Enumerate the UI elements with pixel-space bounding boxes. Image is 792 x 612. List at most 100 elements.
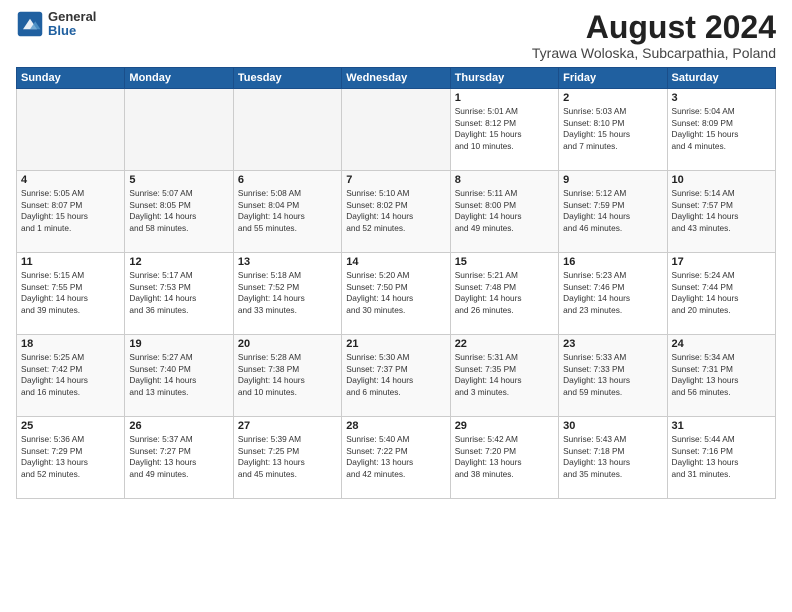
calendar-week-5: 25 Sunrise: 5:36 AM Sunset: 7:29 PM Dayli… [17,417,776,499]
day-info: Sunrise: 5:10 AM Sunset: 8:02 PM Dayligh… [346,188,445,234]
day-info: Sunrise: 5:24 AM Sunset: 7:44 PM Dayligh… [672,270,771,316]
logo-icon [16,10,44,38]
day-info: Sunrise: 5:36 AM Sunset: 7:29 PM Dayligh… [21,434,120,480]
day-number: 21 [346,338,445,350]
day-number: 15 [455,256,554,268]
logo: General Blue [16,10,96,39]
calendar-cell: 31 Sunrise: 5:44 AM Sunset: 7:16 PM Dayli… [667,417,775,499]
day-info: Sunrise: 5:42 AM Sunset: 7:20 PM Dayligh… [455,434,554,480]
calendar-cell: 25 Sunrise: 5:36 AM Sunset: 7:29 PM Dayli… [17,417,125,499]
calendar-cell [125,89,233,171]
day-info: Sunrise: 5:04 AM Sunset: 8:09 PM Dayligh… [672,106,771,152]
calendar-cell: 13Sunrise: 5:18 AM Sunset: 7:52 PM Dayli… [233,253,341,335]
day-info: Sunrise: 5:31 AM Sunset: 7:35 PM Dayligh… [455,352,554,398]
day-info: Sunrise: 5:08 AM Sunset: 8:04 PM Dayligh… [238,188,337,234]
day-info: Sunrise: 5:20 AM Sunset: 7:50 PM Dayligh… [346,270,445,316]
day-number: 28 [346,420,445,432]
day-number: 2 [563,92,662,104]
calendar-table: Sunday Monday Tuesday Wednesday Thursday… [16,67,776,499]
day-info: Sunrise: 5:39 AM Sunset: 7:25 PM Dayligh… [238,434,337,480]
page: General Blue August 2024 Tyrawa Woloska,… [0,0,792,612]
calendar-cell: 26 Sunrise: 5:37 AM Sunset: 7:27 PM Dayli… [125,417,233,499]
day-number: 4 [21,174,120,186]
calendar-cell [233,89,341,171]
calendar-cell: 22Sunrise: 5:31 AM Sunset: 7:35 PM Dayli… [450,335,558,417]
calendar-cell: 18 Sunrise: 5:25 AM Sunset: 7:42 PM Dayli… [17,335,125,417]
day-number: 20 [238,338,337,350]
calendar-cell: 4 Sunrise: 5:05 AM Sunset: 8:07 PM Daylig… [17,171,125,253]
day-info: Sunrise: 5:34 AM Sunset: 7:31 PM Dayligh… [672,352,771,398]
calendar-cell: 9 Sunrise: 5:12 AM Sunset: 7:59 PM Daylig… [559,171,667,253]
calendar-cell: 12 Sunrise: 5:17 AM Sunset: 7:53 PM Dayli… [125,253,233,335]
calendar-cell [17,89,125,171]
logo-text: General Blue [48,10,96,39]
calendar-cell: 17 Sunrise: 5:24 AM Sunset: 7:44 PM Dayli… [667,253,775,335]
calendar-cell: 2Sunrise: 5:03 AM Sunset: 8:10 PM Daylig… [559,89,667,171]
calendar-cell: 29 Sunrise: 5:42 AM Sunset: 7:20 PM Dayli… [450,417,558,499]
day-info: Sunrise: 5:43 AM Sunset: 7:18 PM Dayligh… [563,434,662,480]
day-info: Sunrise: 5:27 AM Sunset: 7:40 PM Dayligh… [129,352,228,398]
day-info: Sunrise: 5:30 AM Sunset: 7:37 PM Dayligh… [346,352,445,398]
col-wednesday: Wednesday [342,68,450,89]
day-info: Sunrise: 5:14 AM Sunset: 7:57 PM Dayligh… [672,188,771,234]
day-number: 29 [455,420,554,432]
calendar-week-3: 11 Sunrise: 5:15 AM Sunset: 7:55 PM Dayli… [17,253,776,335]
calendar-cell: 19 Sunrise: 5:27 AM Sunset: 7:40 PM Dayli… [125,335,233,417]
day-number: 27 [238,420,337,432]
calendar-cell: 1Sunrise: 5:01 AM Sunset: 8:12 PM Daylig… [450,89,558,171]
day-number: 19 [129,338,228,350]
day-number: 17 [672,256,771,268]
calendar-week-1: 1Sunrise: 5:01 AM Sunset: 8:12 PM Daylig… [17,89,776,171]
calendar-cell [342,89,450,171]
day-info: Sunrise: 5:12 AM Sunset: 7:59 PM Dayligh… [563,188,662,234]
calendar-cell: 27 Sunrise: 5:39 AM Sunset: 7:25 PM Dayli… [233,417,341,499]
calendar-cell: 7Sunrise: 5:10 AM Sunset: 8:02 PM Daylig… [342,171,450,253]
col-sunday: Sunday [17,68,125,89]
calendar-cell: 16Sunrise: 5:23 AM Sunset: 7:46 PM Dayli… [559,253,667,335]
logo-blue-label: Blue [48,24,96,38]
title-section: August 2024 Tyrawa Woloska, Subcarpathia… [532,10,776,61]
calendar-cell: 21 Sunrise: 5:30 AM Sunset: 7:37 PM Dayli… [342,335,450,417]
day-number: 6 [238,174,337,186]
day-info: Sunrise: 5:15 AM Sunset: 7:55 PM Dayligh… [21,270,120,316]
col-saturday: Saturday [667,68,775,89]
calendar-cell: 5Sunrise: 5:07 AM Sunset: 8:05 PM Daylig… [125,171,233,253]
day-number: 26 [129,420,228,432]
day-info: Sunrise: 5:17 AM Sunset: 7:53 PM Dayligh… [129,270,228,316]
day-number: 13 [238,256,337,268]
day-number: 12 [129,256,228,268]
col-friday: Friday [559,68,667,89]
calendar-week-4: 18 Sunrise: 5:25 AM Sunset: 7:42 PM Dayli… [17,335,776,417]
day-number: 18 [21,338,120,350]
logo-general-label: General [48,10,96,24]
day-number: 10 [672,174,771,186]
header-row: Sunday Monday Tuesday Wednesday Thursday… [17,68,776,89]
day-number: 25 [21,420,120,432]
day-info: Sunrise: 5:23 AM Sunset: 7:46 PM Dayligh… [563,270,662,316]
calendar-cell: 15 Sunrise: 5:21 AM Sunset: 7:48 PM Dayli… [450,253,558,335]
day-info: Sunrise: 5:37 AM Sunset: 7:27 PM Dayligh… [129,434,228,480]
day-number: 1 [455,92,554,104]
header: General Blue August 2024 Tyrawa Woloska,… [16,10,776,61]
col-thursday: Thursday [450,68,558,89]
day-info: Sunrise: 5:25 AM Sunset: 7:42 PM Dayligh… [21,352,120,398]
calendar-week-2: 4 Sunrise: 5:05 AM Sunset: 8:07 PM Daylig… [17,171,776,253]
day-number: 5 [129,174,228,186]
calendar-cell: 10 Sunrise: 5:14 AM Sunset: 7:57 PM Dayli… [667,171,775,253]
day-number: 9 [563,174,662,186]
calendar-cell: 6 Sunrise: 5:08 AM Sunset: 8:04 PM Daylig… [233,171,341,253]
day-number: 31 [672,420,771,432]
location-title: Tyrawa Woloska, Subcarpathia, Poland [532,45,776,61]
day-info: Sunrise: 5:40 AM Sunset: 7:22 PM Dayligh… [346,434,445,480]
month-title: August 2024 [532,10,776,45]
day-number: 3 [672,92,771,104]
day-info: Sunrise: 5:11 AM Sunset: 8:00 PM Dayligh… [455,188,554,234]
day-number: 8 [455,174,554,186]
calendar-cell: 11 Sunrise: 5:15 AM Sunset: 7:55 PM Dayli… [17,253,125,335]
day-info: Sunrise: 5:05 AM Sunset: 8:07 PM Dayligh… [21,188,120,234]
day-info: Sunrise: 5:44 AM Sunset: 7:16 PM Dayligh… [672,434,771,480]
day-number: 24 [672,338,771,350]
col-monday: Monday [125,68,233,89]
day-info: Sunrise: 5:21 AM Sunset: 7:48 PM Dayligh… [455,270,554,316]
day-number: 11 [21,256,120,268]
